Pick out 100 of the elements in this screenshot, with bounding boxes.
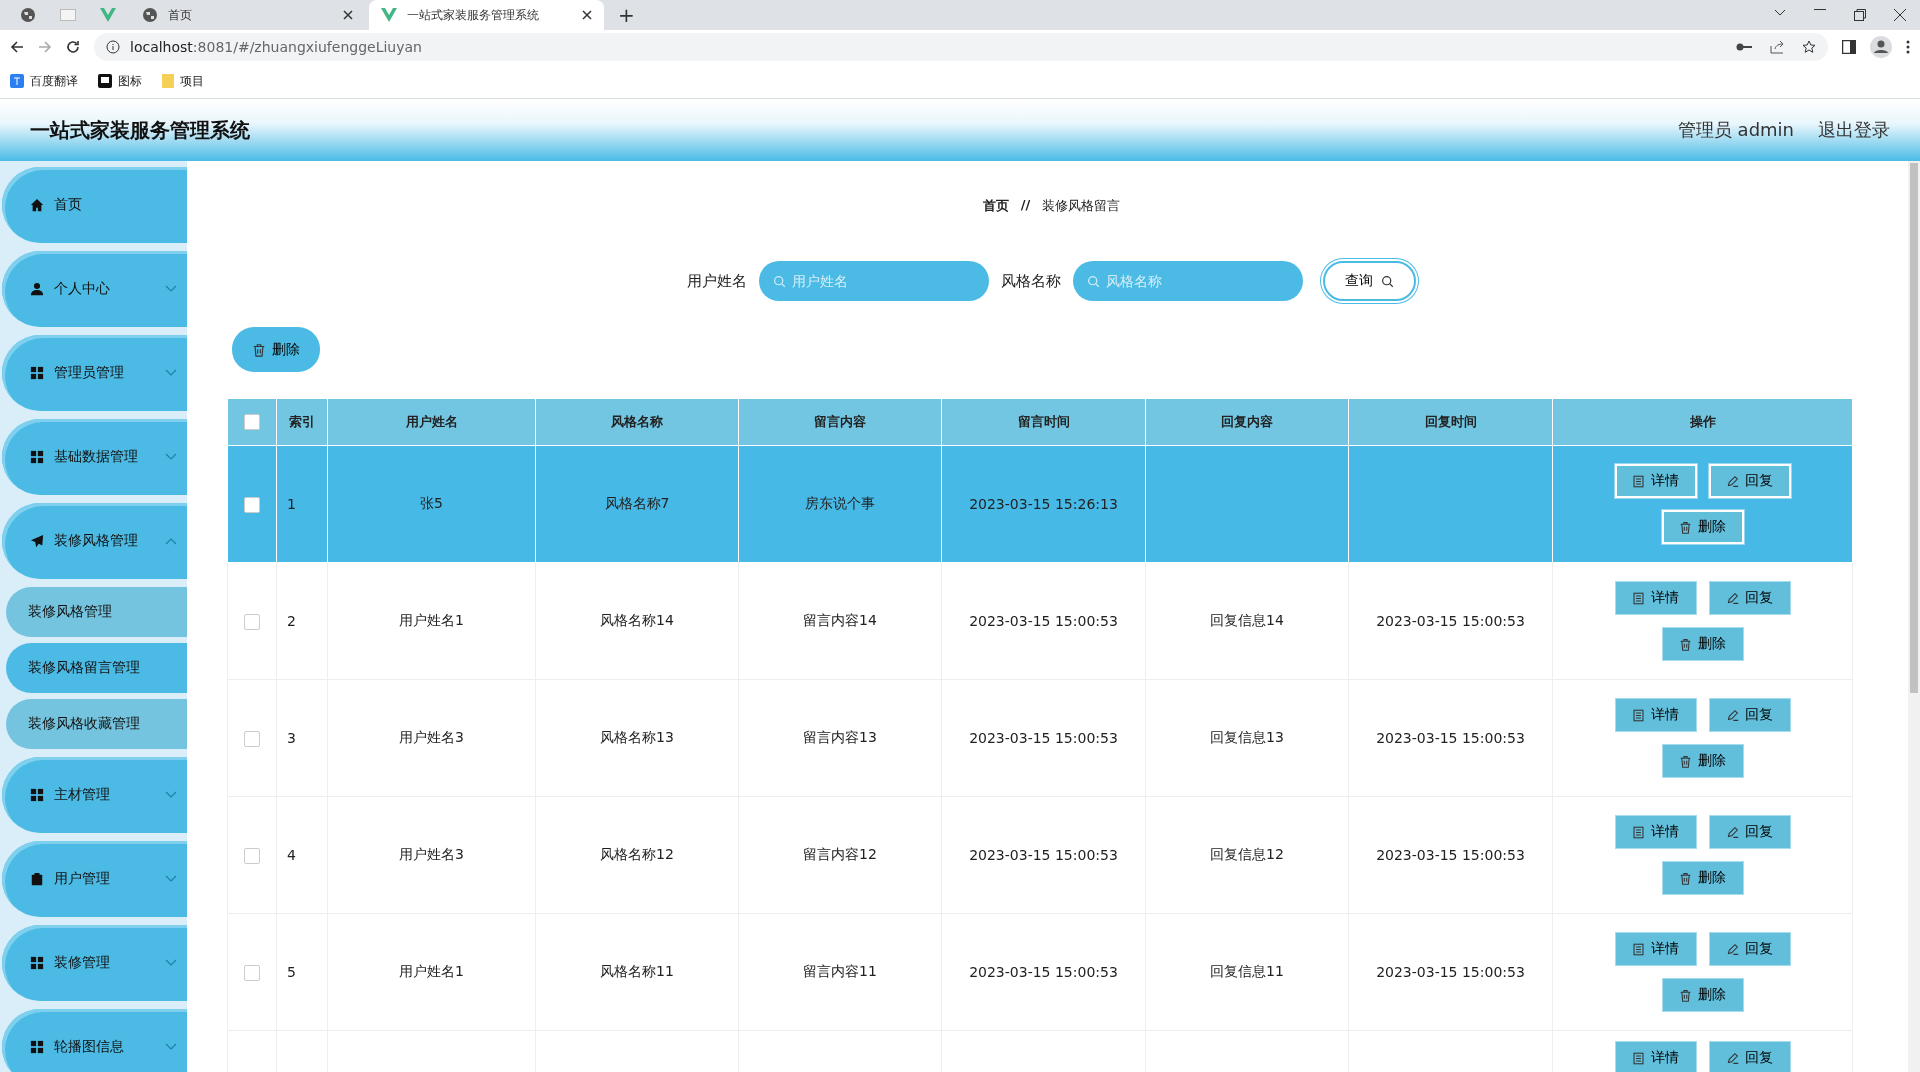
browser-tab[interactable]: 首页 — [130, 0, 365, 30]
sidebar-item[interactable]: 装修风格管理 — [2, 503, 187, 579]
key-icon[interactable] — [1736, 42, 1752, 52]
reply-button[interactable]: 回复 — [1708, 815, 1791, 849]
globe-icon — [20, 7, 36, 23]
close-icon[interactable] — [343, 10, 353, 20]
table-cell: 用户姓名1 — [399, 612, 464, 628]
reply-button[interactable]: 回复 — [1708, 581, 1791, 615]
detail-button[interactable]: 详情 — [1614, 698, 1697, 732]
table-cell: 用户姓名3 — [399, 729, 464, 745]
user-label: 管理员 admin — [1677, 118, 1794, 142]
table-cell: 2023-03-15 15:00:53 — [1376, 964, 1525, 980]
new-tab-button[interactable]: + — [608, 3, 645, 27]
table-row[interactable]: 1 张5 风格名称7 房东说个事 2023-03-15 15:26:13 详情 回复 删除 — [227, 445, 1853, 563]
breadcrumb-item[interactable]: 首页 — [982, 197, 1009, 215]
delete-button[interactable]: 删除 — [232, 327, 320, 372]
sidebar-item[interactable]: 轮播图信息 — [2, 1009, 187, 1072]
detail-button[interactable]: 详情 — [1614, 1041, 1697, 1072]
profile-icon[interactable] — [1870, 36, 1892, 58]
detail-button[interactable]: 详情 — [1614, 932, 1697, 966]
checkbox[interactable] — [244, 964, 260, 981]
bookmark[interactable]: 项目 — [162, 72, 204, 90]
reload-icon[interactable] — [66, 40, 80, 54]
column-header: 风格名称 — [535, 398, 739, 446]
search-field[interactable]: 风格名称 — [1073, 261, 1303, 301]
chevron-down-icon[interactable] — [1774, 9, 1786, 17]
scrollbar[interactable] — [1908, 161, 1920, 1072]
delete-button[interactable]: 删除 — [1661, 744, 1744, 778]
search-input[interactable]: 用户姓名 — [792, 261, 975, 301]
field-label: 用户姓名 — [687, 271, 747, 291]
column-header: 留言时间 — [941, 398, 1146, 446]
restore-icon[interactable] — [1854, 9, 1866, 21]
close-icon[interactable] — [582, 10, 592, 20]
browser-tab[interactable]: 一站式家装服务管理系统 — [369, 0, 604, 30]
reply-button[interactable]: 回复 — [1708, 1041, 1791, 1072]
table-cell: 留言内容13 — [803, 729, 877, 745]
submenu-item[interactable]: 装修风格收藏管理 — [6, 699, 187, 749]
minimize-icon[interactable] — [1814, 9, 1826, 11]
sidebar-item[interactable]: 基础数据管理 — [2, 419, 187, 495]
submenu-item[interactable]: 装修风格留言管理 — [6, 643, 187, 693]
field-label: 风格名称 — [1001, 271, 1061, 291]
detail-button[interactable]: 详情 — [1614, 464, 1697, 498]
table-cell: 2023-03-15 15:00:53 — [969, 613, 1118, 629]
table-row[interactable]: 3 用户姓名3 风格名称13 留言内容13 2023-03-15 15:00:53 回复信息13 2023-03-15 15:00:53 详情 回复 删除 — [227, 679, 1853, 797]
delete-button[interactable]: 删除 — [1661, 978, 1744, 1012]
sidebar-item[interactable]: 主材管理 — [2, 757, 187, 833]
sidebar-item[interactable]: 首页 — [2, 167, 187, 243]
share-icon[interactable] — [1770, 40, 1784, 54]
sidebar-item[interactable]: 个人中心 — [2, 251, 187, 327]
chevron-down-icon — [165, 959, 177, 967]
close-icon[interactable] — [1894, 9, 1906, 21]
table-cell: 2 — [287, 613, 296, 629]
chevron-down-icon — [165, 285, 177, 293]
table-row[interactable]: 5 用户姓名1 风格名称11 留言内容11 2023-03-15 15:00:53 回复信息11 2023-03-15 15:00:53 详情 回复 删除 — [227, 913, 1853, 1031]
document-icon — [1632, 1051, 1645, 1065]
table-cell: 3 — [287, 730, 296, 746]
delete-button[interactable]: 删除 — [1661, 861, 1744, 895]
query-button[interactable]: 查询 — [1323, 261, 1416, 301]
more-icon[interactable] — [1906, 40, 1910, 54]
detail-button[interactable]: 详情 — [1614, 815, 1697, 849]
checkbox[interactable] — [244, 496, 260, 513]
reply-button[interactable]: 回复 — [1708, 932, 1791, 966]
address-bar[interactable]: localhost:8081/#/zhuangxiufenggeLiuyan — [94, 33, 1828, 61]
delete-button[interactable]: 删除 — [1661, 627, 1744, 661]
table-cell: 2023-03-15 15:00:53 — [969, 730, 1118, 746]
table-row[interactable]: 详情 回复 — [227, 1030, 1853, 1072]
star-icon[interactable] — [1802, 40, 1816, 54]
search-field[interactable]: 用户姓名 — [759, 261, 989, 301]
checkbox[interactable] — [244, 613, 260, 630]
breadcrumb-item: 装修风格留言 — [1042, 197, 1121, 215]
checkbox[interactable] — [244, 414, 260, 431]
reply-button[interactable]: 回复 — [1708, 698, 1791, 732]
sidebar-item[interactable]: 装修管理 — [2, 925, 187, 1001]
document-icon — [1632, 474, 1645, 488]
column-header: 用户姓名 — [327, 398, 536, 446]
clipboard-icon — [30, 872, 44, 886]
sidebar-item[interactable]: 管理员管理 — [2, 335, 187, 411]
checkbox[interactable] — [244, 847, 260, 864]
home-icon — [30, 198, 44, 212]
pencil-icon — [1726, 825, 1739, 839]
table-row[interactable]: 4 用户姓名3 风格名称12 留言内容12 2023-03-15 15:00:53 回复信息12 2023-03-15 15:00:53 详情 回复 删除 — [227, 796, 1853, 914]
detail-button[interactable]: 详情 — [1614, 581, 1697, 615]
bookmark[interactable]: 图标 — [98, 72, 142, 90]
back-icon[interactable] — [10, 40, 24, 54]
side-panel-icon[interactable] — [1842, 40, 1856, 54]
trash-icon — [252, 342, 266, 357]
delete-button[interactable]: 删除 — [1661, 510, 1744, 544]
globe-icon — [142, 7, 158, 23]
search-input[interactable]: 风格名称 — [1106, 261, 1289, 301]
logout-link[interactable]: 退出登录 — [1818, 118, 1890, 142]
document-icon — [1632, 591, 1645, 605]
submenu-item[interactable]: 装修风格管理 — [6, 587, 187, 637]
chevron-up-icon — [165, 537, 177, 545]
table-row[interactable]: 2 用户姓名1 风格名称14 留言内容14 2023-03-15 15:00:53 回复信息14 2023-03-15 15:00:53 详情 回复 删除 — [227, 562, 1853, 680]
bookmark[interactable]: 百度翻译 — [10, 72, 78, 90]
checkbox[interactable] — [244, 730, 260, 747]
search-icon — [773, 274, 786, 288]
sidebar-item[interactable]: 用户管理 — [2, 841, 187, 917]
reply-button[interactable]: 回复 — [1708, 464, 1791, 498]
table-cell: 2023-03-15 15:00:53 — [969, 847, 1118, 863]
